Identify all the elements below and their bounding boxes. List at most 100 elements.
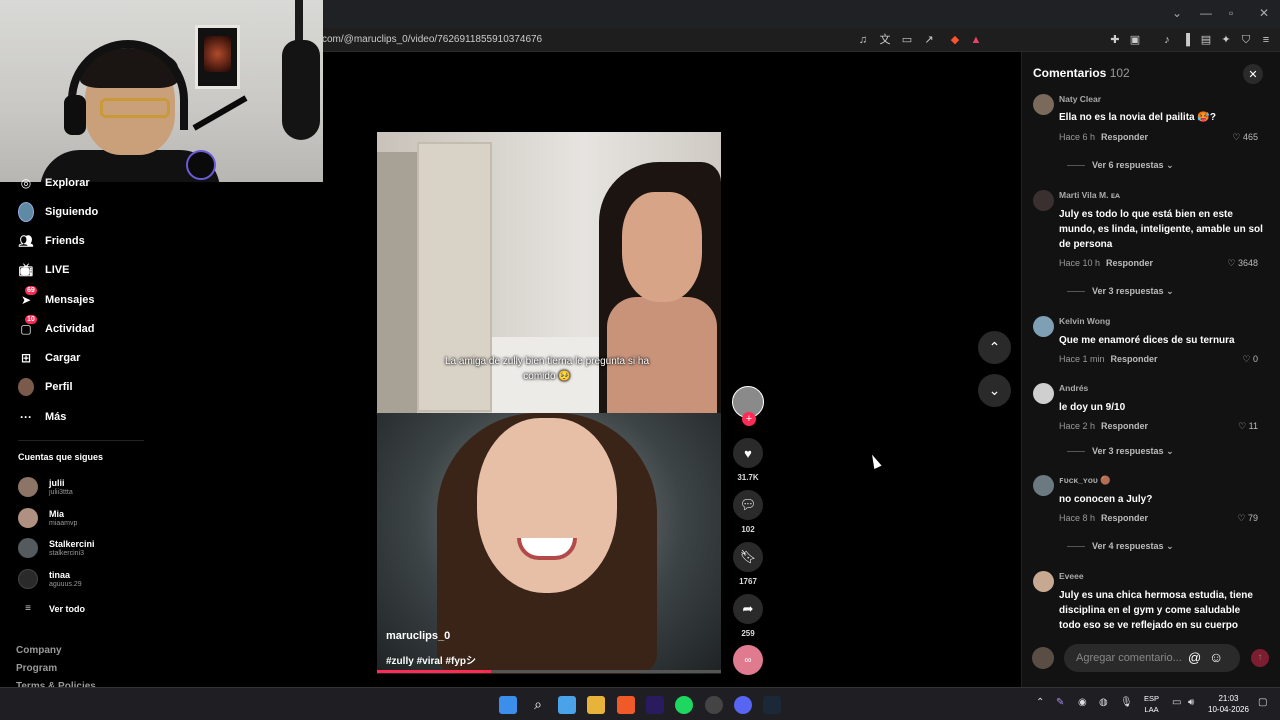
video-hashtags[interactable]: #zully #viral #fypシ xyxy=(386,652,476,667)
search-icon[interactable]: ⌕ xyxy=(529,696,547,714)
save-button[interactable]: 🔖︎ 1767 xyxy=(732,542,764,586)
nav-item-explorar[interactable]: ◎ Explorar xyxy=(18,172,90,194)
like-button[interactable]: ♥ 31.7K xyxy=(732,438,764,482)
url-text[interactable]: com/@maruclips_0/video/76269118559103746… xyxy=(322,34,542,45)
comment-like-button[interactable]: ♡ 3648 xyxy=(1226,258,1258,269)
discord-icon[interactable] xyxy=(734,696,752,714)
taskbar-clock[interactable]: 21:03 10-04-2026 xyxy=(1208,693,1249,715)
nav-item-actividad[interactable]: ▢ 10 Actividad xyxy=(18,315,95,340)
comment-user[interactable]: Naty Clear xyxy=(1059,94,1101,104)
menu-icon[interactable]: ≡ xyxy=(1259,33,1273,47)
screenshot-icon[interactable]: ▣ xyxy=(1128,33,1142,47)
send-comment-button[interactable]: ↑ xyxy=(1251,649,1269,667)
following-account[interactable]: Stalkercini stalkercini3 xyxy=(18,535,95,561)
close-comments-button[interactable]: ✕ xyxy=(1243,64,1263,84)
following-account[interactable]: julii julii3ttta xyxy=(18,474,73,500)
avatar[interactable] xyxy=(1033,475,1054,496)
emoji-icon[interactable]: ☺ xyxy=(1209,649,1223,665)
creator-avatar-button[interactable]: + xyxy=(732,386,764,426)
avatar[interactable] xyxy=(1033,571,1054,592)
tray-chevron-icon[interactable]: ⌃ xyxy=(1036,697,1044,708)
next-video-button[interactable]: ⌄ xyxy=(978,374,1011,407)
obs-icon[interactable] xyxy=(705,696,723,714)
following-account[interactable]: Mia miaamvp xyxy=(18,505,77,531)
chevron-down-icon[interactable]: ⌄ xyxy=(1172,6,1182,20)
following-account[interactable]: tinaa aguuus.29 xyxy=(18,566,82,592)
volume-icon[interactable]: 🔊︎ xyxy=(1188,697,1194,708)
comment-user[interactable]: Eveee xyxy=(1059,571,1084,581)
notifications-icon[interactable]: ▢ xyxy=(1258,697,1267,708)
share-button[interactable]: ➦ 259 xyxy=(732,594,764,638)
video-player[interactable]: La amiga de zully bien tierna le pregunt… xyxy=(377,132,721,674)
footer-link-company[interactable]: Company xyxy=(16,645,62,656)
network-icon[interactable]: ▭ xyxy=(1172,697,1181,708)
reply-button[interactable]: Responder xyxy=(1101,421,1148,431)
spotify-icon[interactable] xyxy=(675,696,693,714)
widgets-icon[interactable] xyxy=(558,696,576,714)
comment-user[interactable]: ꜰᴜᴄᴋ_ʏᴏᴜ 🟤 xyxy=(1059,475,1111,486)
mention-icon[interactable]: @ xyxy=(1188,650,1201,665)
cast-icon[interactable]: ▭ xyxy=(900,33,914,47)
translate-icon[interactable]: 文 xyxy=(878,33,892,47)
close-window-icon[interactable]: ✕ xyxy=(1259,6,1269,20)
see-all-link[interactable]: ≡ Ver todo xyxy=(18,596,85,622)
nav-item-live[interactable]: 📺︎ LIVE xyxy=(18,259,69,281)
comment-user[interactable]: Kelvin Wong xyxy=(1059,316,1110,326)
steam-icon[interactable] xyxy=(763,696,781,714)
premiere-icon[interactable] xyxy=(646,696,664,714)
video-username[interactable]: maruclips_0 xyxy=(386,630,450,642)
following-title: Cuentas que sigues xyxy=(18,452,104,462)
avatar[interactable] xyxy=(1033,94,1054,115)
nav-item-mas[interactable]: ··· Más xyxy=(18,406,66,428)
nav-item-cargar[interactable]: ⊞ Cargar xyxy=(18,347,81,369)
comment-like-button[interactable]: ♡ 465 xyxy=(1226,132,1258,143)
comment-like-button[interactable]: ♡ 0 xyxy=(1226,354,1258,365)
nav-item-perfil[interactable]: Perfil xyxy=(18,376,73,398)
nav-item-friends[interactable]: 👥︎ Friends xyxy=(18,230,84,252)
reply-button[interactable]: Responder xyxy=(1106,258,1153,268)
leo-ai-icon[interactable]: ✦ xyxy=(1219,33,1233,47)
video-progress-bar[interactable] xyxy=(377,670,721,673)
reply-button[interactable]: Responder xyxy=(1101,132,1148,142)
discord-tray-icon[interactable]: ◉ xyxy=(1078,697,1087,708)
music-disc-button[interactable]: ∞ xyxy=(732,645,764,675)
nav-item-siguiendo[interactable]: Siguiendo xyxy=(18,201,98,223)
vpn-shield-icon[interactable]: ⛉ xyxy=(1239,33,1253,47)
extensions-icon[interactable]: ✚ xyxy=(1108,33,1122,47)
music-icon[interactable]: ♪ xyxy=(1160,33,1174,47)
sidebar-icon[interactable]: ▐ xyxy=(1179,33,1193,47)
no-audio-icon[interactable]: ♫ xyxy=(856,33,870,47)
comment-user[interactable]: Marti Vila M. ᴇᴀ xyxy=(1059,190,1120,200)
avatar[interactable] xyxy=(1033,316,1054,337)
language-indicator[interactable]: ESP LAA xyxy=(1144,693,1159,715)
brave-browser-icon[interactable] xyxy=(617,696,635,714)
share-icon[interactable]: ↗ xyxy=(922,33,936,47)
nav-item-mensajes[interactable]: ➤ 69 Mensajes xyxy=(18,286,95,311)
compass-icon: ◎ xyxy=(20,176,32,190)
steam-tray-icon[interactable]: ◍ xyxy=(1099,697,1108,708)
view-replies-button[interactable]: Ver 4 respuestas ⌄ xyxy=(1067,541,1174,552)
mic-tray-icon[interactable]: 🎙︎ xyxy=(1120,697,1133,708)
previous-video-button[interactable]: ⌃ xyxy=(978,331,1011,364)
rewards-icon[interactable]: ▲ xyxy=(969,33,983,47)
maximize-icon[interactable]: ▫ xyxy=(1229,6,1233,20)
comment-user[interactable]: Andrés xyxy=(1059,383,1088,393)
comment-like-button[interactable]: ♡ 11 xyxy=(1226,421,1258,432)
footer-link-program[interactable]: Program xyxy=(16,663,57,674)
tray-app-icon[interactable]: ✎ xyxy=(1056,697,1064,708)
view-replies-button[interactable]: Ver 3 respuestas ⌄ xyxy=(1067,286,1174,297)
reply-button[interactable]: Responder xyxy=(1101,513,1148,523)
comment-like-button[interactable]: ♡ 79 xyxy=(1226,513,1258,524)
view-replies-button[interactable]: Ver 6 respuestas ⌄ xyxy=(1067,160,1174,171)
brave-shield-icon[interactable]: ◆ xyxy=(948,33,962,47)
avatar[interactable] xyxy=(1033,383,1054,404)
wallet-icon[interactable]: ▤ xyxy=(1199,33,1213,47)
follow-plus-icon[interactable]: + xyxy=(742,412,756,426)
minimize-icon[interactable]: — xyxy=(1200,6,1212,20)
file-explorer-icon[interactable] xyxy=(587,696,605,714)
reply-button[interactable]: Responder xyxy=(1111,354,1158,364)
avatar[interactable] xyxy=(1033,190,1054,211)
comment-button[interactable]: 💬︎ 102 xyxy=(732,490,764,534)
start-icon[interactable] xyxy=(499,696,517,714)
view-replies-button[interactable]: Ver 3 respuestas ⌄ xyxy=(1067,446,1174,457)
